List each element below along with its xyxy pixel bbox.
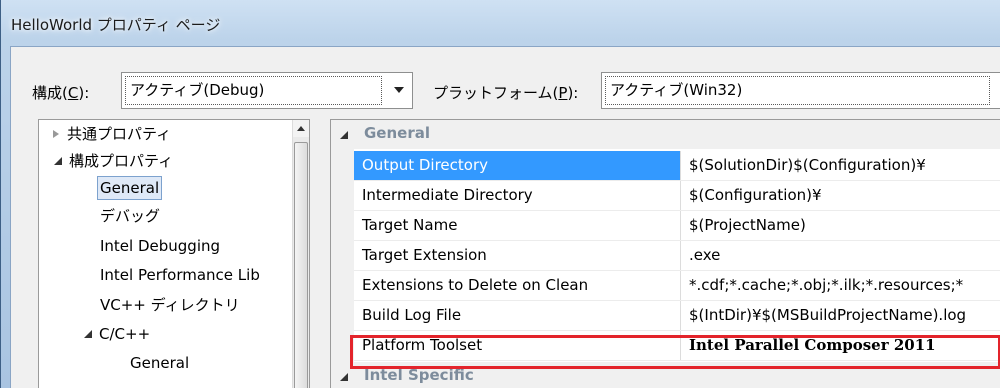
property-row-intermediate-directory[interactable]: Intermediate Directory $(Configuration)¥ <box>354 181 1000 211</box>
platform-label: プラットフォーム(P): <box>433 84 579 102</box>
triangle-down-icon[interactable] <box>340 131 348 139</box>
tree-item-configuration-properties[interactable]: 構成プロパティ <box>53 148 173 174</box>
chevron-down-icon <box>394 87 404 93</box>
triangle-right-icon[interactable] <box>53 130 59 138</box>
property-row-output-directory[interactable]: Output Directory $(SolutionDir)$(Configu… <box>354 151 1000 181</box>
tree-item-common-properties[interactable]: 共通プロパティ <box>53 121 171 147</box>
scrollbar-thumb[interactable] <box>294 142 308 388</box>
grid-gutter <box>331 120 354 388</box>
window-title: HelloWorld プロパティ ページ <box>11 16 221 34</box>
configuration-value: アクティブ(Debug) <box>125 76 382 105</box>
dialog-client-area: 構成(C): アクティブ(Debug) プラットフォーム(P): アクティブ(W… <box>10 46 1000 388</box>
property-row-build-log-file[interactable]: Build Log File $(IntDir)¥$(MSBuildProjec… <box>354 301 1000 331</box>
property-tree[interactable]: 共通プロパティ 構成プロパティ General デバッグ Intel Debug… <box>38 119 310 388</box>
property-grid: General Output Directory $(SolutionDir)$… <box>330 119 1000 388</box>
triangle-down-icon[interactable] <box>340 373 348 381</box>
platform-dropdown[interactable]: アクティブ(Win32) <box>601 72 1000 109</box>
tree-item-intel-performance-libraries[interactable]: Intel Performance Lib <box>100 262 260 288</box>
triangle-down-icon[interactable] <box>54 157 62 165</box>
category-intel-specific[interactable]: Intel Specific <box>331 362 1000 388</box>
configuration-label: 構成(C): <box>32 84 90 102</box>
configuration-dropdown[interactable]: アクティブ(Debug) <box>121 72 413 109</box>
property-row-platform-toolset[interactable]: Platform Toolset Intel Parallel Composer… <box>354 331 1000 361</box>
tree-item-cpp-general[interactable]: General <box>130 350 189 376</box>
tree-item-cpp[interactable]: C/C++ <box>83 321 150 347</box>
properties-window: HelloWorld プロパティ ページ 構成(C): アクティブ(Debug)… <box>0 0 1000 388</box>
tree-item-debugging[interactable]: デバッグ <box>100 203 160 229</box>
tree-item-vc-directories[interactable]: VC++ ディレクトリ <box>100 292 240 318</box>
title-bar[interactable]: HelloWorld プロパティ ページ <box>1 0 1000 46</box>
tree-item-general[interactable]: General <box>97 175 163 201</box>
property-row-target-extension[interactable]: Target Extension .exe <box>354 241 1000 271</box>
property-row-target-name[interactable]: Target Name $(ProjectName) <box>354 211 1000 241</box>
triangle-down-icon[interactable] <box>84 330 92 338</box>
tree-item-intel-debugging[interactable]: Intel Debugging <box>100 233 220 259</box>
tree-scrollbar[interactable] <box>292 120 309 388</box>
scroll-up-button[interactable] <box>293 120 309 137</box>
category-general[interactable]: General <box>331 120 1000 149</box>
property-row-extensions-to-delete[interactable]: Extensions to Delete on Clean *.cdf;*.ca… <box>354 271 1000 301</box>
arrow-up-icon <box>297 126 305 131</box>
platform-value: アクティブ(Win32) <box>605 76 990 105</box>
